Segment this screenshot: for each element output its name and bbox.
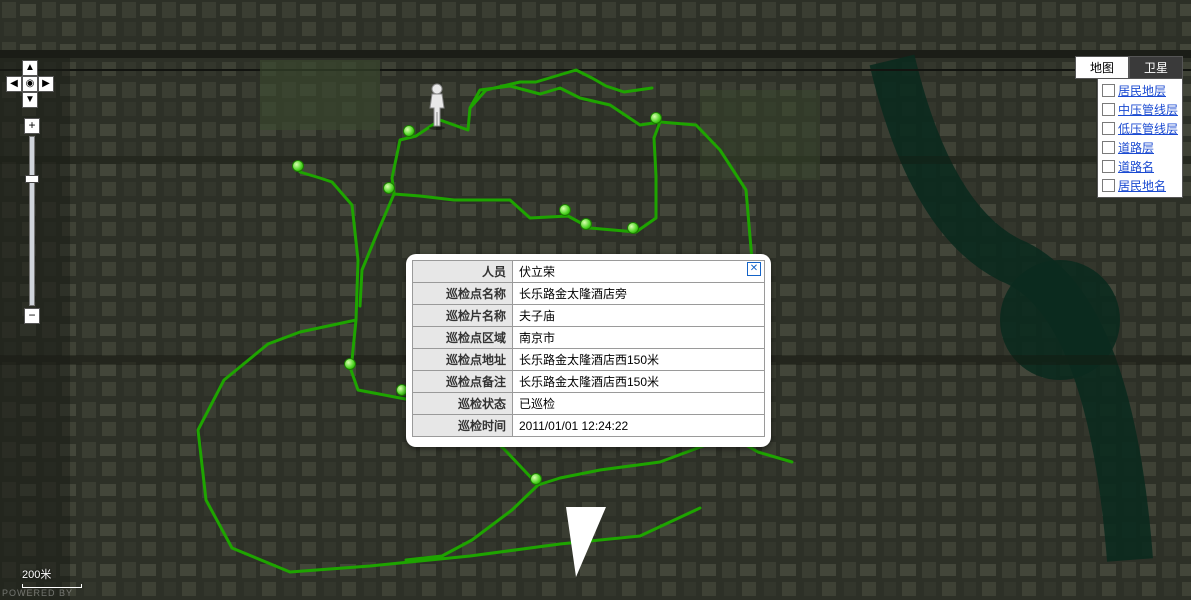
pan-left-button[interactable]: ◀	[6, 76, 22, 92]
zoom-out-button[interactable]: −	[24, 308, 40, 324]
balloon-field-value: 已巡检	[513, 393, 765, 415]
layer-checkbox[interactable]	[1102, 141, 1115, 154]
zoom-in-button[interactable]: +	[24, 118, 40, 134]
balloon-field-label: 巡检片名称	[413, 305, 513, 327]
balloon-field-label: 巡检点地址	[413, 349, 513, 371]
scale-value: 200米	[22, 569, 51, 581]
inspection-point-marker[interactable]	[580, 218, 592, 230]
balloon-field-value: 长乐路金太隆酒店西150米	[513, 371, 765, 393]
zoom-slider-thumb[interactable]	[25, 175, 39, 183]
balloon-field-label: 人员	[413, 261, 513, 283]
layer-row: 居民地层	[1102, 81, 1178, 100]
layer-link[interactable]: 居民地层	[1118, 82, 1166, 99]
inspection-point-marker[interactable]	[650, 112, 662, 124]
layer-link[interactable]: 低压管线层	[1118, 120, 1178, 137]
inspection-point-marker[interactable]	[530, 473, 542, 485]
layer-row: 中压管线层	[1102, 100, 1178, 119]
layer-row: 居民地名	[1102, 176, 1178, 195]
pan-up-button[interactable]: ▲	[22, 60, 38, 76]
zoom-slider-track[interactable]	[29, 136, 35, 306]
scale-bar: 200米	[22, 566, 82, 588]
maptype-map-button[interactable]: 地图	[1075, 56, 1129, 79]
balloon-field-label: 巡检状态	[413, 393, 513, 415]
balloon-field-value: 南京市	[513, 327, 765, 349]
balloon-field-value: 伏立荣	[513, 261, 765, 283]
balloon-field-value: 长乐路金太隆酒店西150米	[513, 349, 765, 371]
layer-link[interactable]: 道路名	[1118, 158, 1154, 175]
balloon-field-value: 长乐路金太隆酒店旁	[513, 283, 765, 305]
layer-row: 道路层	[1102, 138, 1178, 157]
layer-checkbox[interactable]	[1102, 122, 1115, 135]
person-marker-icon[interactable]	[422, 82, 452, 130]
balloon-table: 人员伏立荣巡检点名称长乐路金太隆酒店旁巡检片名称夫子庙巡检点区域南京市巡检点地址…	[412, 260, 765, 437]
layer-row: 道路名	[1102, 157, 1178, 176]
pan-down-button[interactable]: ▼	[22, 92, 38, 108]
inspection-point-marker[interactable]	[559, 204, 571, 216]
layers-panel: 居民地层中压管线层低压管线层道路层道路名居民地名	[1097, 78, 1183, 198]
map-type-toggle: 地图 卫星	[1075, 56, 1183, 79]
inspection-point-marker[interactable]	[403, 125, 415, 137]
map-zoom-control: + −	[24, 118, 40, 324]
pan-home-button[interactable]: ◉	[22, 76, 38, 92]
layer-link[interactable]: 居民地名	[1118, 177, 1166, 194]
balloon-field-label: 巡检点备注	[413, 371, 513, 393]
inspection-point-marker[interactable]	[383, 182, 395, 194]
inspection-point-marker[interactable]	[292, 160, 304, 172]
balloon-field-value: 夫子庙	[513, 305, 765, 327]
layer-link[interactable]: 道路层	[1118, 139, 1154, 156]
maptype-satellite-button[interactable]: 卫星	[1129, 56, 1183, 79]
balloon-field-value: 2011/01/01 12:24:22	[513, 415, 765, 437]
layer-checkbox[interactable]	[1102, 160, 1115, 173]
balloon-field-label: 巡检点名称	[413, 283, 513, 305]
layer-checkbox[interactable]	[1102, 84, 1115, 97]
info-balloon: ✕ 人员伏立荣巡检点名称长乐路金太隆酒店旁巡检片名称夫子庙巡检点区域南京市巡检点…	[406, 254, 771, 447]
balloon-field-label: 巡检点区域	[413, 327, 513, 349]
layer-checkbox[interactable]	[1102, 179, 1115, 192]
layer-checkbox[interactable]	[1102, 103, 1115, 116]
pan-right-button[interactable]: ▶	[38, 76, 54, 92]
layer-link[interactable]: 中压管线层	[1118, 101, 1178, 118]
balloon-field-label: 巡检时间	[413, 415, 513, 437]
inspection-point-marker[interactable]	[344, 358, 356, 370]
layer-row: 低压管线层	[1102, 119, 1178, 138]
map-pan-control: ▲ ◀ ◉ ▶ ▼	[6, 60, 54, 108]
balloon-close-button[interactable]: ✕	[747, 262, 761, 276]
inspection-point-marker[interactable]	[627, 222, 639, 234]
